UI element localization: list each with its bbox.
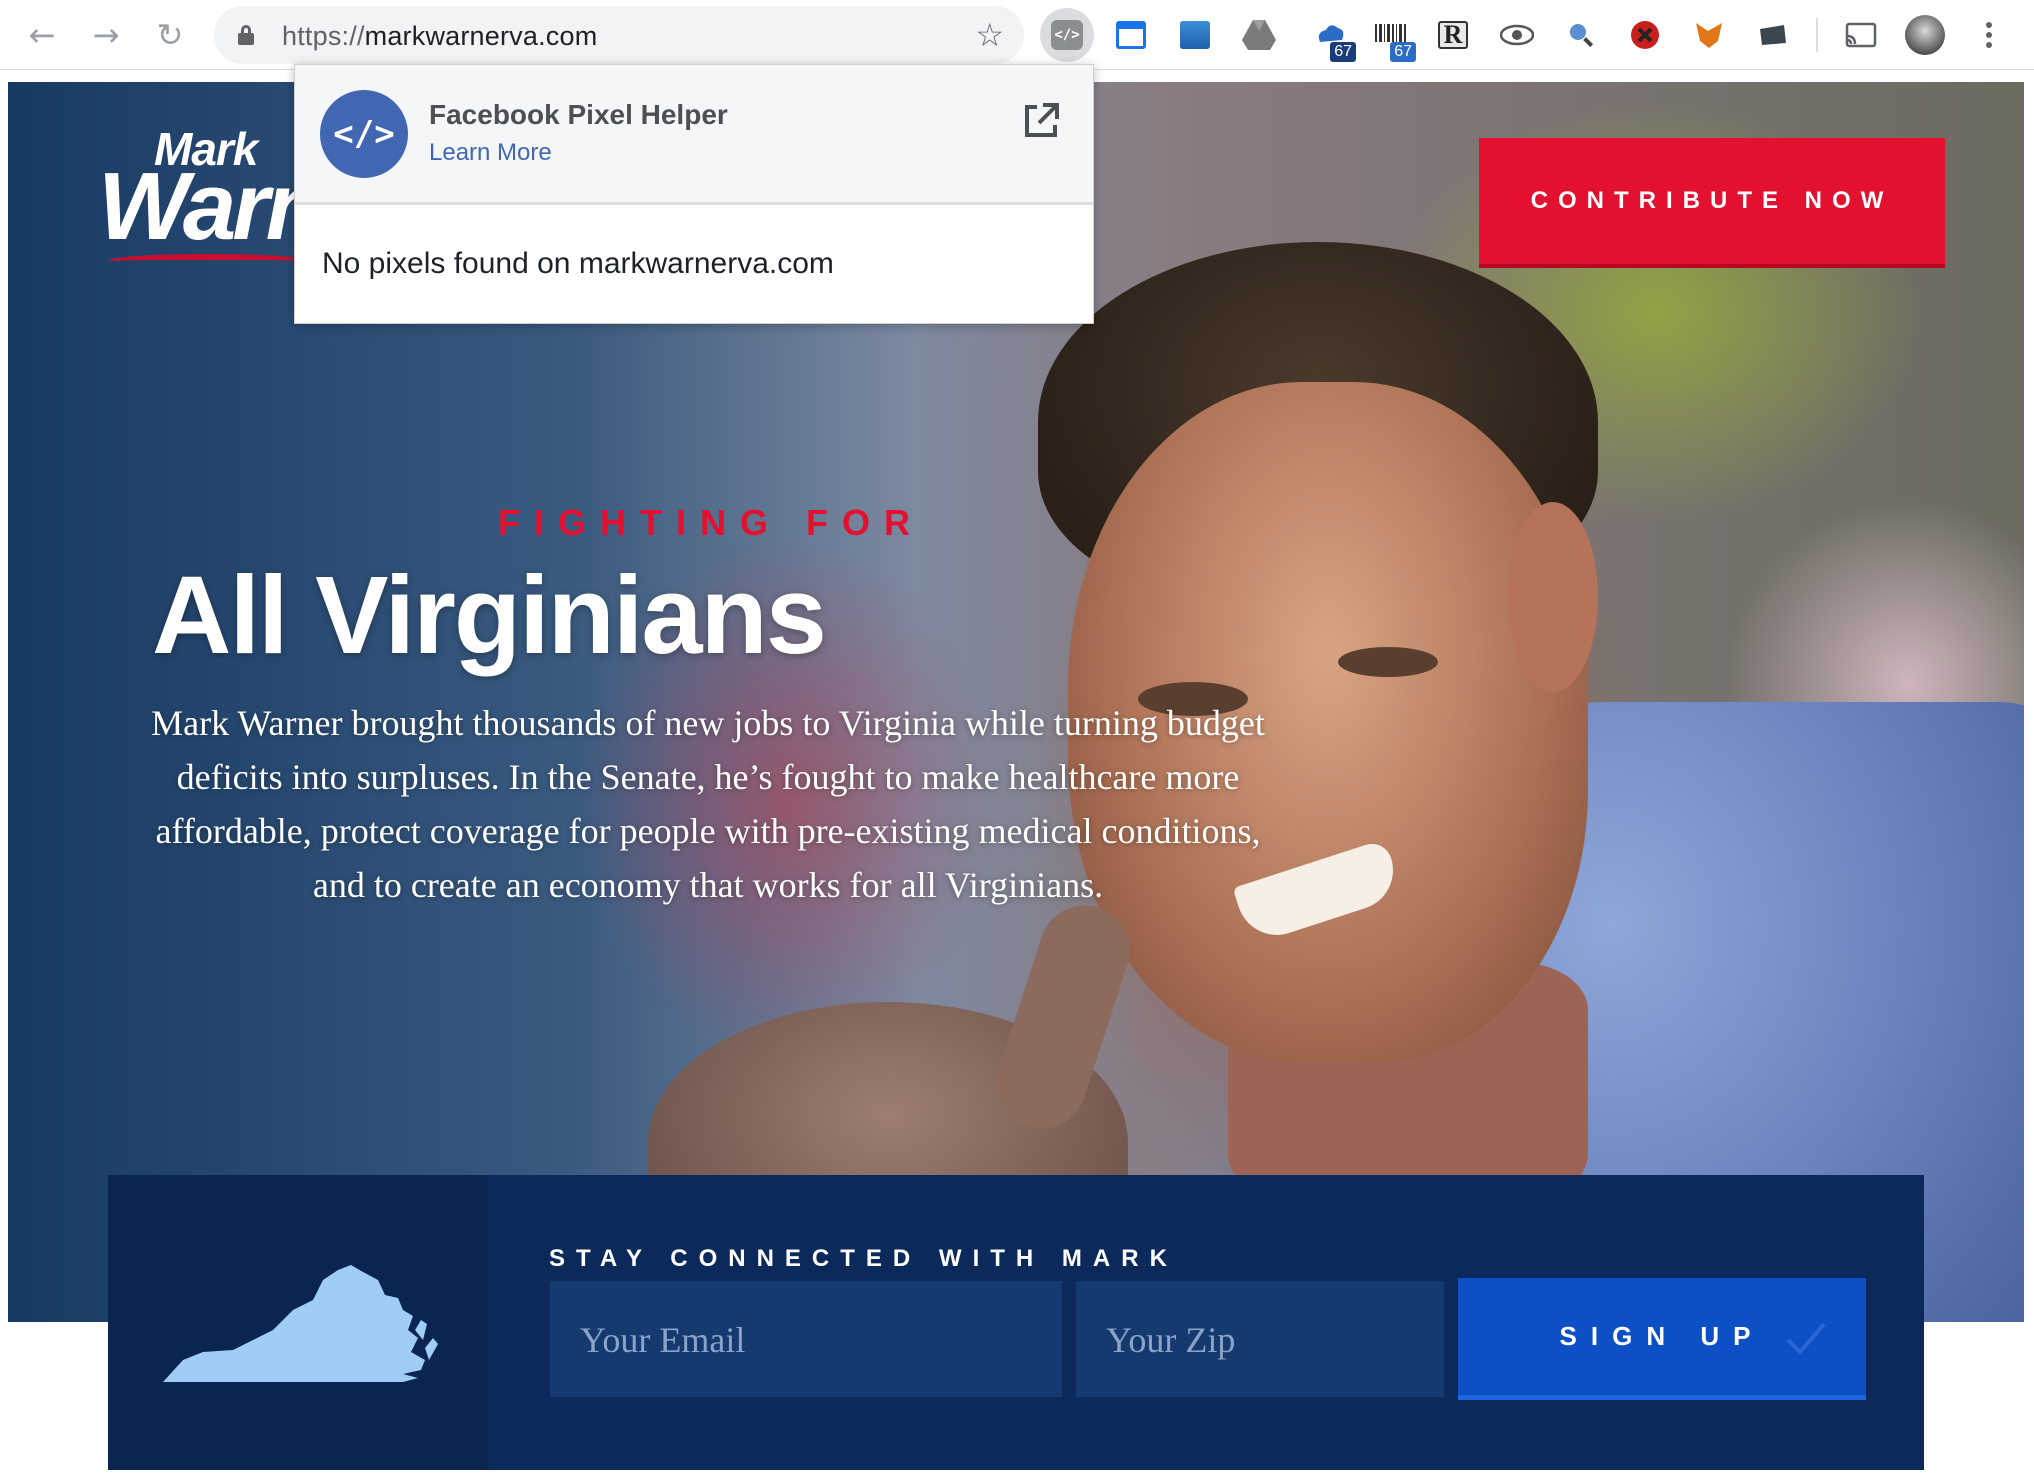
readability-icon[interactable]: R xyxy=(1432,14,1474,56)
block-icon[interactable] xyxy=(1624,14,1666,56)
toolbar-separator xyxy=(1816,18,1818,52)
popup-message: No pixels found on markwarnerva.com xyxy=(322,247,834,280)
reload-icon[interactable]: ↻ xyxy=(148,13,192,57)
window-icon[interactable] xyxy=(1110,14,1152,56)
virginia-map-icon xyxy=(163,1265,438,1382)
hero-eyebrow: FIGHTING FOR xyxy=(498,502,924,543)
cloud-badge-icon[interactable]: 67 xyxy=(1310,14,1356,62)
browser-toolbar: ← → ↻ https://markwarnerva.com ☆ </> 67 … xyxy=(0,0,2034,70)
zip-input[interactable]: Your Zip xyxy=(1076,1281,1444,1397)
contribute-now-button[interactable]: CONTRIBUTE NOW xyxy=(1479,138,1945,268)
campaign-logo[interactable]: Mark Warner xyxy=(98,122,407,262)
forward-arrow-icon[interactable]: → xyxy=(84,13,128,57)
sign-up-label: SIGN UP xyxy=(1559,1321,1765,1351)
hero-photo-eye xyxy=(1338,647,1438,677)
cast-icon[interactable] xyxy=(1840,14,1882,56)
email-input[interactable]: Your Email xyxy=(550,1281,1062,1397)
popup-header: </> Facebook Pixel Helper Learn More xyxy=(295,65,1093,205)
folder-icon[interactable] xyxy=(1752,14,1794,56)
url-text[interactable]: https://markwarnerva.com xyxy=(282,21,597,52)
address-bar[interactable]: https://markwarnerva.com ☆ xyxy=(214,6,1024,64)
profile-avatar[interactable] xyxy=(1904,14,1946,56)
logo-swoosh xyxy=(108,254,308,268)
signup-title: STAY CONNECTED WITH MARK xyxy=(549,1245,1178,1272)
bookmark-star-icon[interactable]: ☆ xyxy=(975,16,1004,54)
hero-photo-ear xyxy=(1508,502,1598,692)
popup-title: Facebook Pixel Helper xyxy=(429,99,728,130)
external-link-icon[interactable] xyxy=(1021,101,1061,141)
pixel-helper-icon[interactable]: </> xyxy=(1040,8,1094,62)
drive-icon[interactable] xyxy=(1238,14,1280,56)
sign-up-button[interactable]: SIGN UP xyxy=(1458,1278,1866,1400)
fox-icon[interactable] xyxy=(1688,14,1730,56)
pixel-helper-popup: </> Facebook Pixel Helper Learn More No … xyxy=(294,64,1094,324)
back-arrow-icon[interactable]: ← xyxy=(20,13,64,57)
hero-headline: All Virginians xyxy=(152,554,827,677)
pixel-helper-logo-icon: </> xyxy=(320,90,408,178)
screenshot-icon[interactable] xyxy=(1174,14,1216,56)
learn-more-link[interactable]: Learn More xyxy=(429,139,552,167)
checkmark-icon xyxy=(1786,1322,1826,1355)
signup-map-panel xyxy=(108,1175,488,1470)
signup-bar: STAY CONNECTED WITH MARK Your Email Your… xyxy=(108,1175,1924,1470)
search-tool-icon[interactable] xyxy=(1560,14,1602,56)
hero-description: Mark Warner brought thousands of new job… xyxy=(151,703,1265,905)
barcode-badge-icon[interactable]: 67 xyxy=(1370,14,1416,62)
menu-icon[interactable] xyxy=(1968,14,2010,56)
eye-icon[interactable] xyxy=(1496,14,1538,56)
lock-icon[interactable] xyxy=(238,25,254,45)
